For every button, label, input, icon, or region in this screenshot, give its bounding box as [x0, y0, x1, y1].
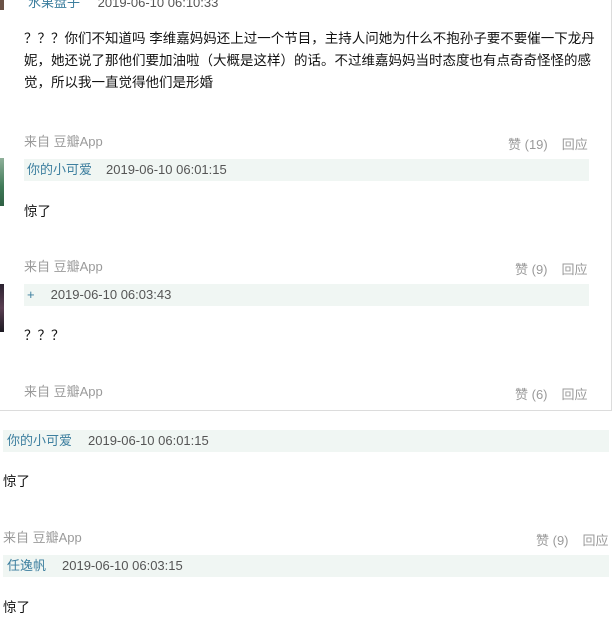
like-button[interactable]: 赞 (6)	[515, 387, 548, 402]
comment-actions: 赞 (9) 回应	[536, 530, 609, 549]
avatar[interactable]	[0, 158, 4, 206]
username-link[interactable]: 任逸帆	[7, 558, 46, 573]
username-link[interactable]: 你的小可爱	[7, 433, 72, 448]
reply-button[interactable]: 回应	[562, 137, 588, 152]
username-link[interactable]: 你的小可爱	[27, 162, 92, 177]
comment-text: 惊了	[3, 474, 30, 489]
source-label: 来自 豆瓣App	[24, 384, 103, 399]
like-button[interactable]: 赞 (9)	[536, 533, 569, 548]
avatar[interactable]	[0, 284, 4, 332]
comment-time: 2019-06-10 06:03:15	[62, 558, 183, 573]
comment-time: 2019-06-10 06:10:33	[97, 0, 219, 10]
nested-replies-container: 水果盘子 2019-06-10 06:10:33 ？？？你们不知道吗 李维嘉妈妈…	[0, 0, 612, 411]
reply-button[interactable]: 回应	[583, 533, 609, 548]
username-link[interactable]: 水果盘子	[28, 0, 80, 10]
comment-header: 任逸帆 2019-06-10 06:03:15	[3, 555, 609, 577]
source-label: 来自 豆瓣App	[24, 134, 103, 149]
comment-time: 2019-06-10 06:01:15	[106, 162, 227, 177]
username-link[interactable]: +	[27, 287, 35, 302]
comment-text: ？？？你们不知道吗 李维嘉妈妈还上过一个节目，主持人问她为什么不抱孙子要不要催一…	[24, 31, 595, 90]
like-button[interactable]: 赞 (9)	[515, 262, 548, 277]
comment-header: +2019-06-10 06:03:43	[24, 284, 589, 306]
reply-button[interactable]: 回应	[562, 262, 588, 277]
source-label: 来自 豆瓣App	[3, 530, 82, 545]
comment-actions: 赞 (9) 回应	[515, 259, 588, 278]
comment-time: 2019-06-10 06:03:43	[50, 287, 172, 302]
comment-header: 你的小可爱 2019-06-10 06:01:15	[24, 159, 589, 181]
comment-actions: 赞 (6) 回应	[515, 384, 588, 403]
comment-header: 水果盘子 2019-06-10 06:10:33	[28, 0, 218, 11]
comment-text: 惊了	[3, 600, 30, 615]
comment-header: 你的小可爱 2019-06-10 06:01:15	[3, 430, 609, 452]
comment-text: 惊了	[24, 204, 51, 219]
source-label: 来自 豆瓣App	[24, 259, 103, 274]
like-button[interactable]: 赞 (19)	[508, 137, 548, 152]
comment-actions: 赞 (19) 回应	[508, 134, 588, 153]
avatar[interactable]	[0, 0, 4, 10]
comment-text: ？？？	[24, 328, 65, 343]
comment-time: 2019-06-10 06:01:15	[88, 433, 209, 448]
reply-button[interactable]: 回应	[562, 387, 588, 402]
